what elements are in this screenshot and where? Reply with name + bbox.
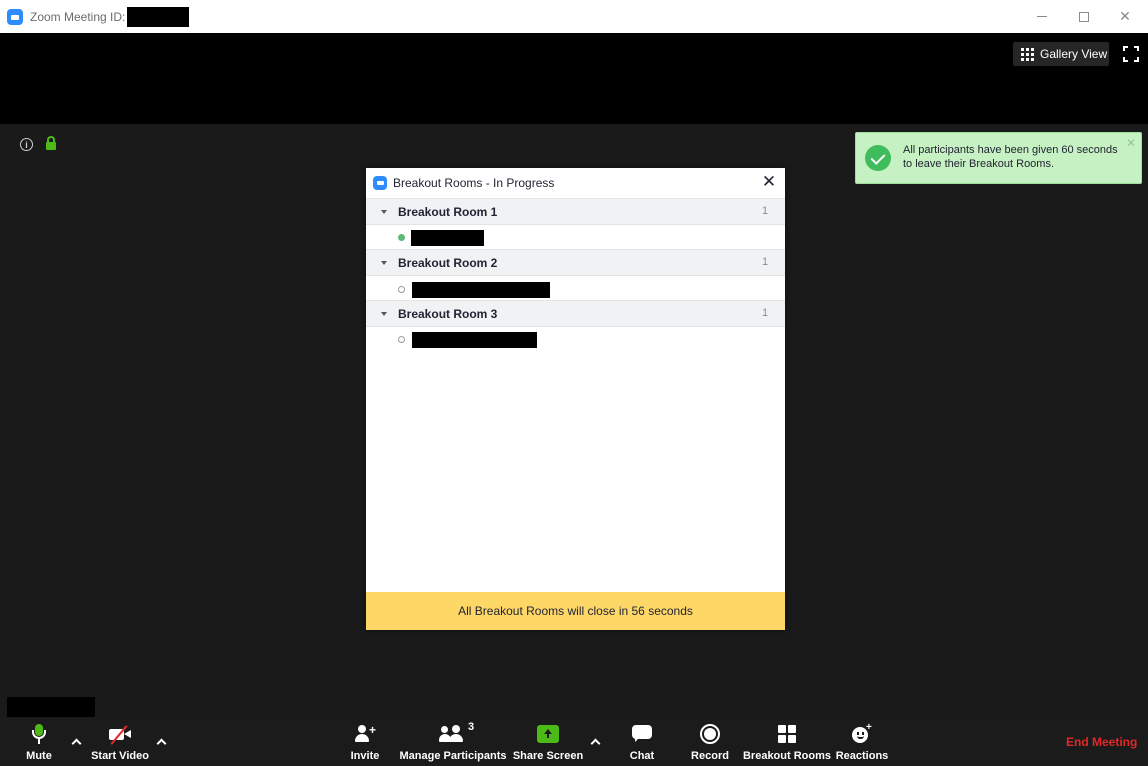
- participants-icon: 3: [439, 721, 474, 744]
- redacted-participant-name: [412, 332, 537, 348]
- start-video-label: Start Video: [91, 750, 149, 762]
- mute-label: Mute: [26, 750, 52, 762]
- video-off-icon: [107, 724, 133, 745]
- redacted-participant-name: [411, 230, 484, 246]
- redacted-self-name: [7, 697, 95, 717]
- invite-icon: +: [354, 724, 376, 744]
- share-screen-button[interactable]: Share Screen: [512, 717, 584, 766]
- reactions-label: Reactions: [835, 750, 889, 762]
- gallery-view-label: Gallery View: [1040, 47, 1108, 61]
- dialog-header: Breakout Rooms - In Progress ✕: [366, 168, 785, 198]
- reactions-icon: +: [851, 722, 873, 744]
- grid-icon: [1021, 47, 1034, 61]
- video-options-caret[interactable]: [153, 717, 169, 766]
- close-countdown-banner: All Breakout Rooms will close in 56 seco…: [366, 592, 785, 630]
- check-icon: [865, 145, 891, 171]
- room-header-2[interactable]: Breakout Room 2 1: [366, 249, 785, 276]
- caret-down-icon: [381, 210, 387, 214]
- end-meeting-button[interactable]: End Meeting: [1066, 735, 1137, 749]
- dialog-title: Breakout Rooms - In Progress: [393, 176, 555, 190]
- breakout-rooms-label: Breakout Rooms: [742, 750, 832, 762]
- caret-down-icon: [381, 312, 387, 316]
- offline-status-icon: [398, 336, 405, 343]
- chat-label: Chat: [629, 750, 655, 762]
- gallery-view-button[interactable]: Gallery View: [1013, 42, 1109, 66]
- window-title: Zoom Meeting ID:: [30, 10, 126, 24]
- caret-down-icon: [381, 261, 387, 265]
- record-label: Record: [691, 750, 729, 762]
- reactions-button[interactable]: + Reactions: [835, 717, 889, 766]
- meeting-toolbar: Mute Start Video + Invite 3 Manage Parti…: [0, 717, 1148, 766]
- breakout-rooms-icon: [778, 725, 796, 743]
- mute-button[interactable]: Mute: [20, 717, 58, 766]
- breakout-rooms-dialog: Breakout Rooms - In Progress ✕ Breakout …: [366, 168, 785, 630]
- manage-participants-label: Manage Participants: [399, 750, 507, 762]
- room-name: Breakout Room 1: [398, 205, 498, 219]
- fullscreen-icon[interactable]: [1123, 46, 1139, 62]
- room-count: 1: [762, 205, 769, 217]
- chat-icon: [632, 725, 652, 743]
- breakout-rooms-button[interactable]: Breakout Rooms: [742, 717, 832, 766]
- microphone-icon: [28, 723, 50, 745]
- room-name: Breakout Room 2: [398, 256, 498, 270]
- room-count: 1: [762, 307, 769, 319]
- redacted-meeting-id: [127, 7, 189, 27]
- title-bar: Zoom Meeting ID: ✕: [0, 0, 1148, 33]
- share-screen-icon: [537, 725, 559, 743]
- offline-status-icon: [398, 286, 405, 293]
- maximize-icon: [1079, 11, 1089, 22]
- close-window-button[interactable]: ✕: [1107, 0, 1143, 33]
- participant-count: 3: [468, 721, 475, 733]
- minimize-icon: [1037, 16, 1047, 17]
- lock-icon[interactable]: [46, 136, 56, 151]
- dialog-close-button[interactable]: ✕: [761, 171, 777, 193]
- audio-options-caret[interactable]: [68, 717, 84, 766]
- room-name: Breakout Room 3: [398, 307, 498, 321]
- notification-text: All participants have been given 60 seco…: [903, 144, 1118, 170]
- zoom-logo-icon: [7, 9, 23, 25]
- zoom-logo-icon: [373, 176, 387, 190]
- room-count: 1: [762, 256, 769, 268]
- record-icon: [700, 724, 720, 744]
- start-video-button[interactable]: Start Video: [90, 717, 150, 766]
- room-header-1[interactable]: Breakout Room 1 1: [366, 198, 785, 225]
- info-icon[interactable]: i: [20, 138, 33, 151]
- participant-row[interactable]: [366, 278, 785, 300]
- share-options-caret[interactable]: [587, 717, 603, 766]
- maximize-button[interactable]: [1066, 0, 1102, 33]
- chat-button[interactable]: Chat: [628, 717, 656, 766]
- notification-close-button[interactable]: ✕: [1126, 137, 1136, 149]
- invite-button[interactable]: + Invite: [349, 717, 381, 766]
- online-status-icon: [398, 234, 405, 241]
- share-screen-label: Share Screen: [512, 750, 584, 762]
- invite-label: Invite: [350, 750, 380, 762]
- minimize-button[interactable]: [1024, 0, 1060, 33]
- redacted-participant-name: [412, 282, 550, 298]
- participant-row[interactable]: [366, 226, 785, 248]
- notification-toast: All participants have been given 60 seco…: [855, 132, 1142, 184]
- room-header-3[interactable]: Breakout Room 3 1: [366, 300, 785, 327]
- participant-row[interactable]: [366, 328, 785, 350]
- top-video-strip: [0, 33, 1148, 124]
- record-button[interactable]: Record: [690, 717, 730, 766]
- manage-participants-button[interactable]: 3 Manage Participants: [399, 717, 507, 766]
